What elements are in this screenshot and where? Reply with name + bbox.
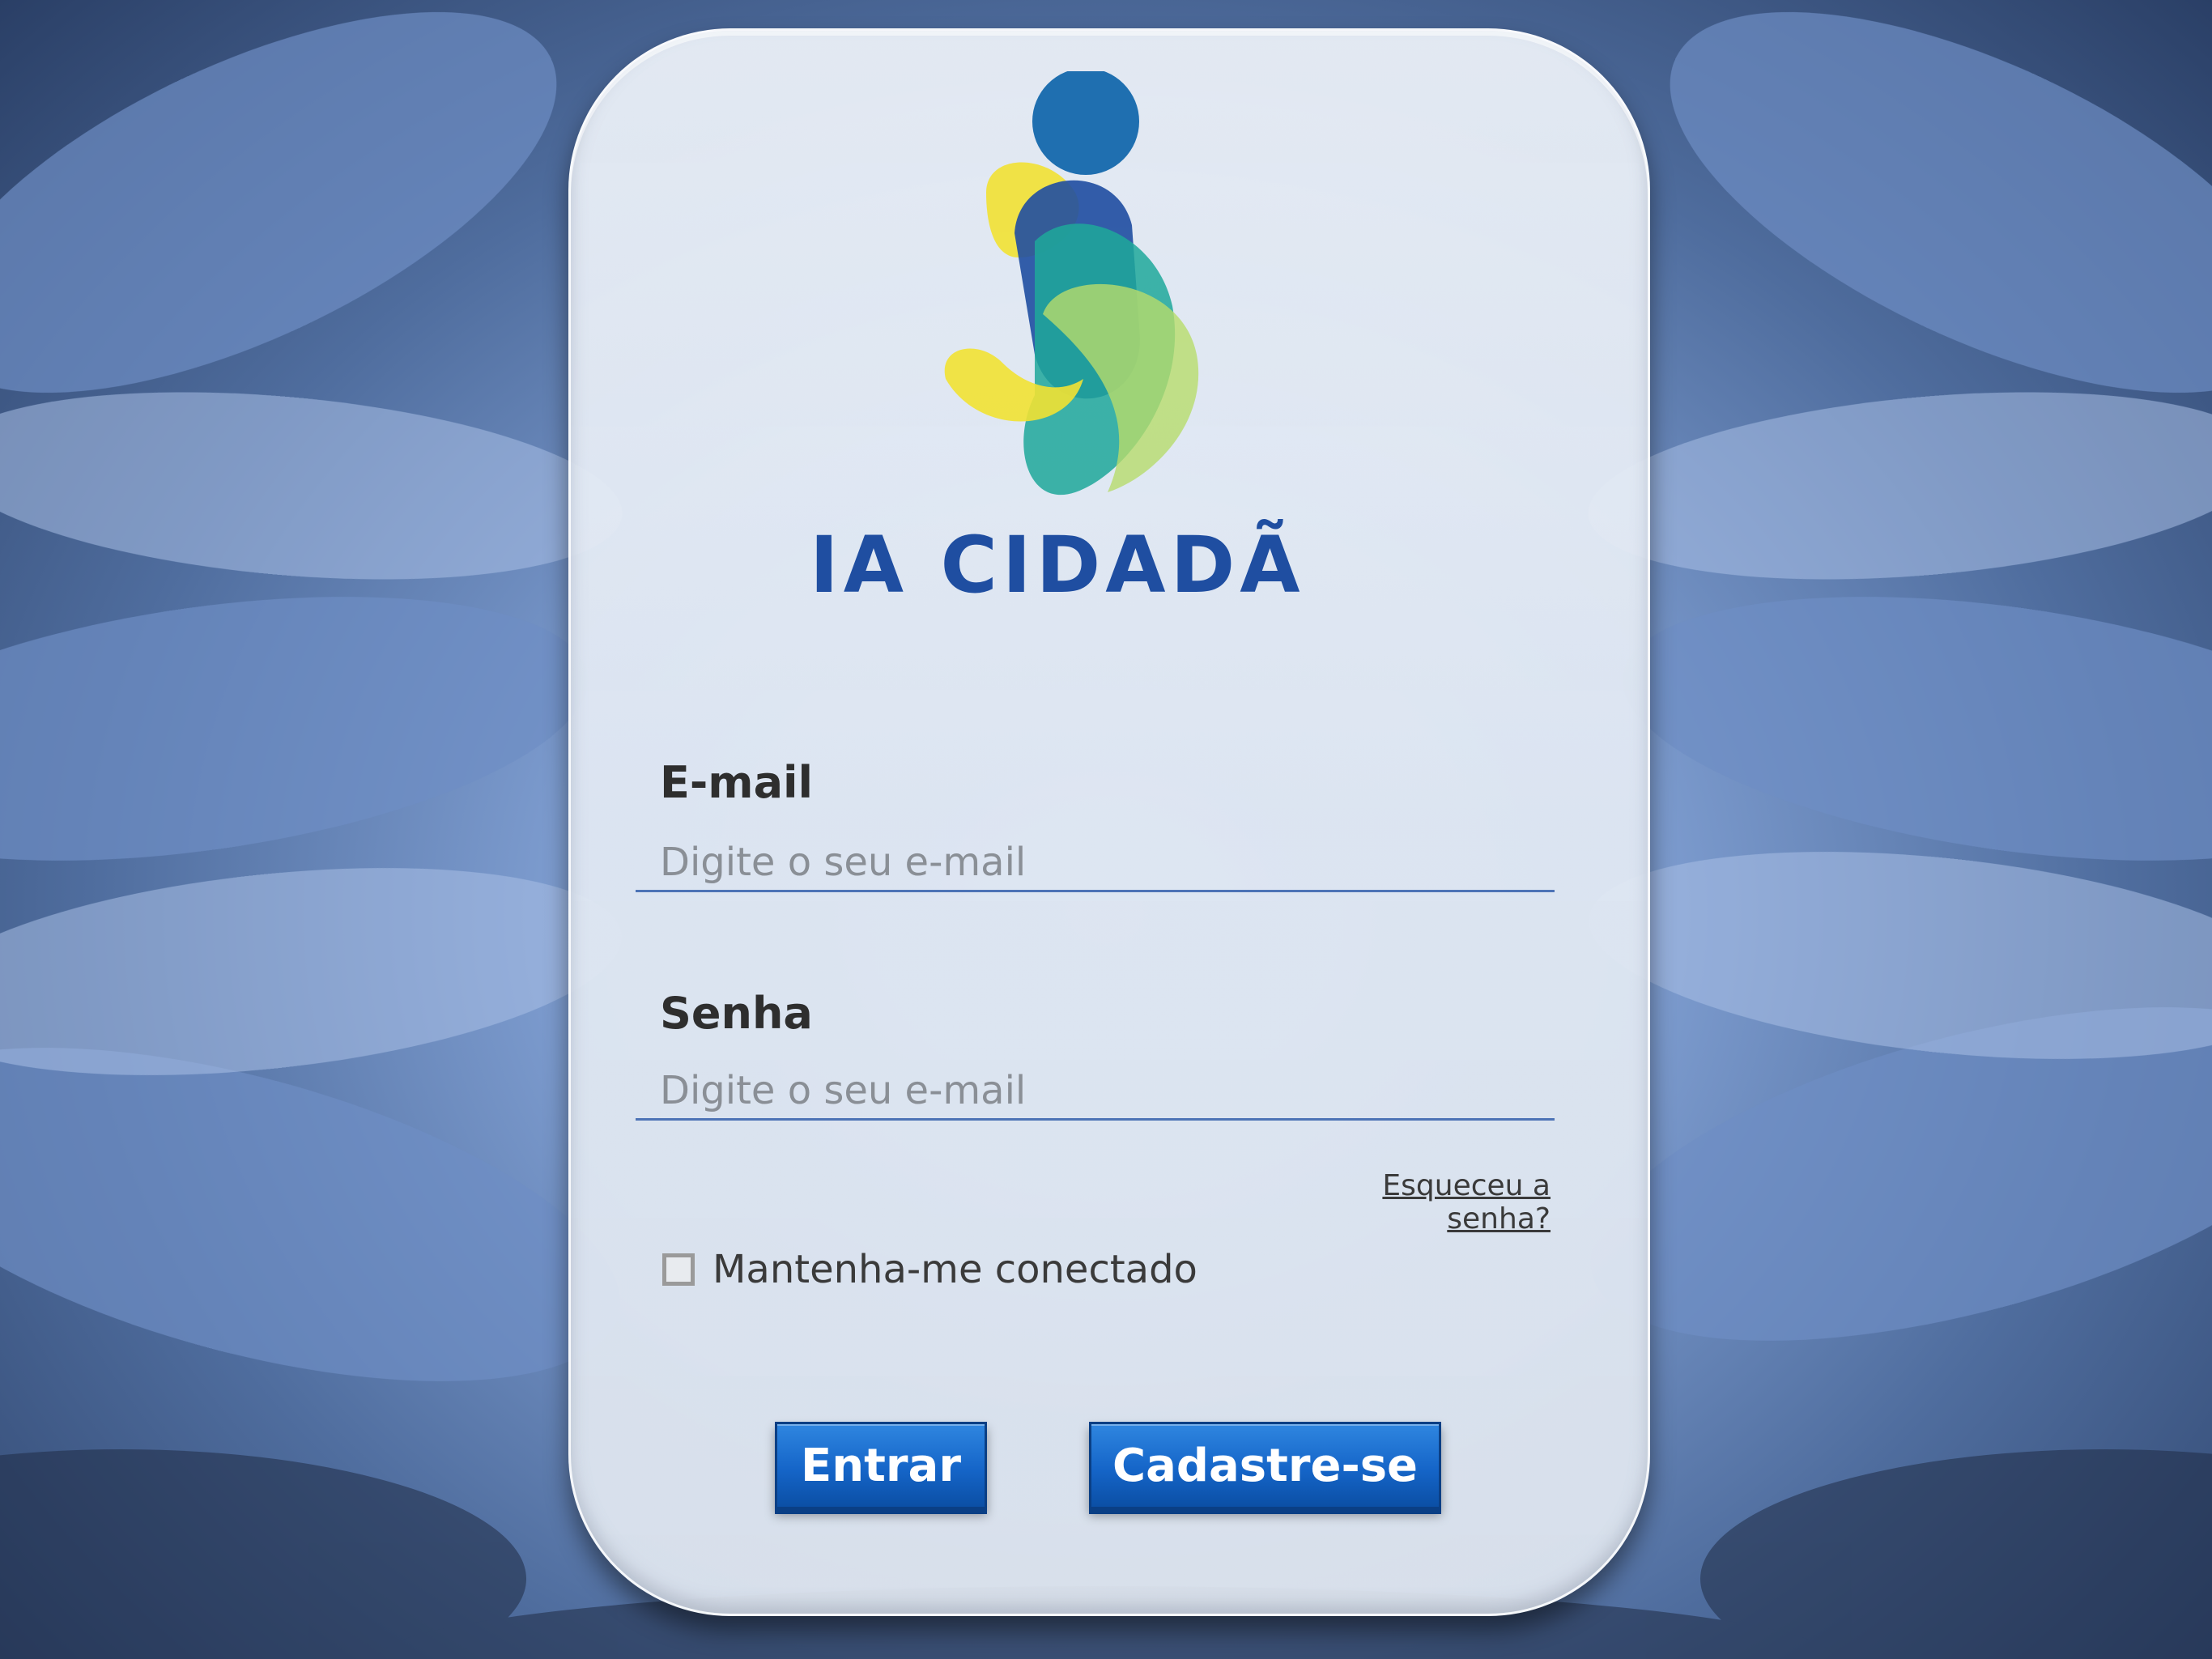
email-label: E-mail [660, 757, 814, 808]
password-input[interactable] [636, 1062, 1555, 1121]
forgot-password-link[interactable]: Esqueceu a senha? [1283, 1169, 1551, 1236]
remember-me-checkbox[interactable] [662, 1253, 695, 1286]
remember-me-label: Mantenha-me conectado [713, 1247, 1197, 1292]
brand-name: IA CIDADÃ [810, 520, 1305, 610]
email-input[interactable] [636, 834, 1555, 892]
password-label: Senha [660, 988, 813, 1039]
register-button[interactable]: Cadastre-se [1089, 1422, 1441, 1509]
remember-me-control[interactable]: Mantenha-me conectado [662, 1247, 1197, 1292]
enter-button[interactable]: Entrar [775, 1422, 987, 1509]
ia-cidada-logo-icon [944, 71, 1199, 496]
